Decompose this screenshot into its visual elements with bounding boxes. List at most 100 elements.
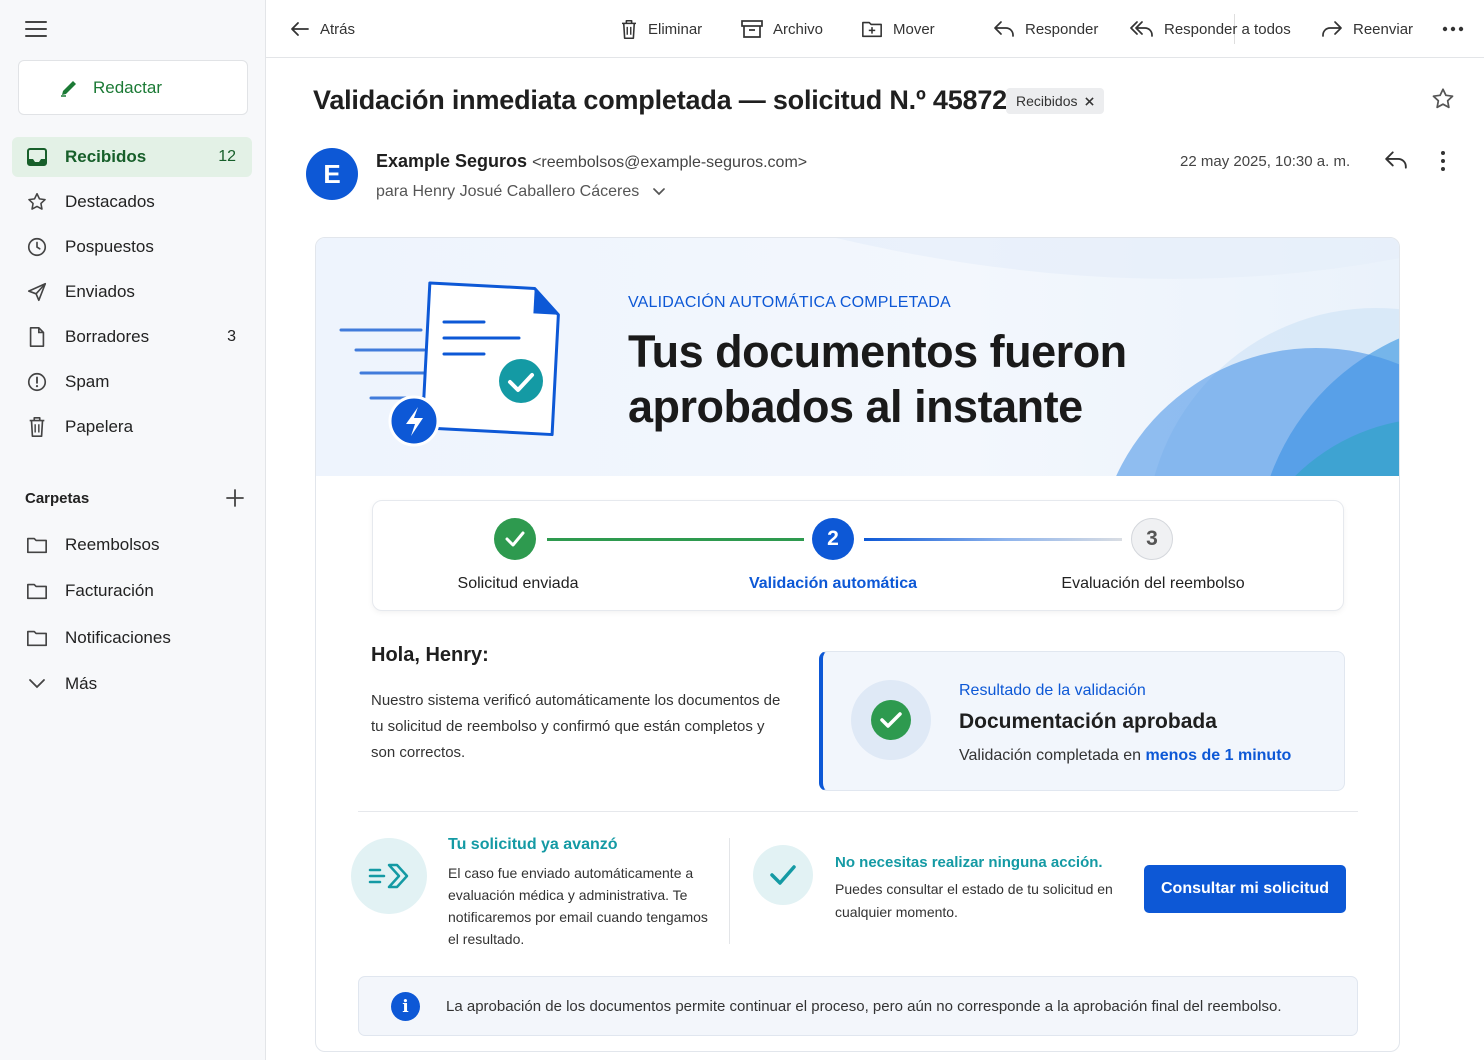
document-approved-illustration [339, 281, 560, 447]
step-1-label: Solicitud enviada [457, 575, 579, 592]
sidebar-item-label: Spam [65, 372, 110, 391]
folder-label: Notificaciones [65, 628, 171, 647]
sidebar-item-starred[interactable]: Destacados [12, 182, 252, 222]
greeting: Hola, Henry: [371, 644, 489, 666]
feature-2-title: No necesitas realizar ninguna acción. [835, 854, 1103, 871]
trash-icon [25, 415, 49, 439]
sidebar-item-label: Enviados [65, 282, 135, 301]
move-to-folder-icon [862, 21, 882, 38]
sidebar-item-drafts[interactable]: Borradores 3 [12, 317, 252, 357]
folder-label: Facturación [65, 581, 154, 600]
message-toolbar: Atrás Eliminar Archivo Mover Responder R… [266, 0, 1484, 58]
reply-icon[interactable] [1384, 150, 1408, 175]
more-options-icon[interactable] [1442, 0, 1474, 58]
back-button[interactable]: Atrás [290, 0, 355, 58]
delete-button[interactable]: Eliminar [620, 0, 702, 58]
compose-button[interactable]: Redactar [18, 60, 248, 115]
sidebar: Redactar Recibidos 12 Destacados Pospues… [0, 0, 266, 1060]
clock-icon [25, 235, 49, 259]
email-card: VALIDACIÓN AUTOMÁTICA COMPLETADA Tus doc… [315, 237, 1400, 1052]
reply-all-button[interactable]: Responder a todos [1130, 0, 1291, 58]
chevron-down-icon[interactable] [653, 188, 666, 196]
step-2-label: Validación automática [748, 575, 918, 592]
progress-stepper: Solicitud enviada 2 Validación automátic… [372, 500, 1344, 611]
add-folder-icon[interactable] [225, 488, 245, 508]
sender-avatar: E [306, 148, 358, 200]
body-paragraph: Nuestro sistema verificó automáticamente… [371, 692, 781, 761]
sidebar-item-label: Destacados [65, 192, 155, 211]
sidebar-item-snoozed[interactable]: Pospuestos [12, 227, 252, 267]
info-icon: i [391, 992, 420, 1021]
info-text: La aprobación de los documentos permite … [446, 998, 1282, 1015]
checkmark-icon [753, 845, 813, 905]
forward-icon [1322, 21, 1342, 37]
hero-title: Tus documentos fueron aprobados al insta… [628, 326, 1127, 432]
check-circle-icon [871, 700, 911, 740]
reply-icon [994, 21, 1014, 37]
reply-button[interactable]: Responder [993, 0, 1098, 58]
sidebar-folder-reembolsos[interactable]: Reembolsos [12, 525, 252, 565]
step-3-label: Evaluación del reembolso [1061, 575, 1245, 592]
sidebar-item-label: Pospuestos [65, 237, 154, 256]
forward-button[interactable]: Reenviar [1321, 0, 1413, 58]
validation-result-card: Resultado de la validación Documentación… [819, 651, 1345, 791]
send-icon [25, 280, 49, 304]
move-button[interactable]: Mover [861, 0, 935, 58]
hero-banner: VALIDACIÓN AUTOMÁTICA COMPLETADA Tus doc… [316, 238, 1399, 476]
sidebar-item-label: Recibidos [65, 147, 147, 166]
chevron-down-icon [25, 672, 49, 696]
sidebar-more[interactable]: Más [12, 664, 252, 704]
sidebar-folder-facturacion[interactable]: Facturación [12, 571, 252, 611]
feature-1-title: Tu solicitud ya avanzó [448, 836, 618, 853]
sidebar-folder-notificaciones[interactable]: Notificaciones [12, 618, 252, 658]
folder-icon [25, 579, 49, 603]
inbox-icon [25, 145, 49, 169]
archive-button[interactable]: Archivo [741, 0, 823, 58]
sender-name: Example Seguros [376, 151, 528, 171]
step-3-number: 3 [1131, 518, 1173, 560]
archive-icon [741, 20, 763, 38]
compose-label: Redactar [93, 77, 162, 97]
fast-forward-icon [351, 838, 427, 914]
feature-2-text: Puedes consultar el estado de tu solicit… [835, 881, 1113, 920]
star-icon [25, 190, 49, 214]
spam-icon [25, 370, 49, 394]
more-label: Más [65, 674, 98, 693]
result-highlight: menos de 1 minuto [1145, 747, 1292, 764]
draft-icon [25, 325, 49, 349]
folders-heading: Carpetas [25, 488, 245, 508]
menu-icon[interactable] [25, 20, 47, 38]
step-connector-pending [864, 538, 1122, 541]
recipient-line[interactable]: para Henry Josué Caballero Cáceres [376, 183, 666, 201]
sidebar-item-label: Papelera [65, 417, 134, 436]
sidebar-item-sent[interactable]: Enviados [12, 272, 252, 312]
feature-divider [729, 838, 730, 944]
section-divider [358, 811, 1358, 812]
message-date: 22 may 2025, 10:30 a. m. [1180, 153, 1351, 170]
folder-label: Reembolsos [65, 535, 160, 554]
unread-count: 12 [218, 148, 236, 165]
folder-icon [25, 533, 49, 557]
recipient-name: Henry Josué Caballero Cáceres [412, 183, 640, 200]
result-kicker: Resultado de la validación [959, 682, 1146, 699]
message-more-icon[interactable] [1436, 150, 1450, 177]
folder-icon [25, 626, 49, 650]
label-chip: Recibidos [1006, 88, 1105, 114]
feature-1-text: El caso fue enviado automáticamente a ev… [448, 865, 708, 947]
info-notice: i La aprobación de los documentos permit… [358, 976, 1358, 1036]
star-message-icon[interactable] [1430, 86, 1456, 117]
step-1-check-icon [494, 518, 536, 560]
trash-icon [622, 19, 636, 39]
sender-email: <reembolsos@example-seguros.com> [532, 154, 808, 171]
reply-all-icon [1130, 21, 1153, 37]
step-2-number: 2 [812, 518, 854, 560]
pencil-icon [61, 80, 76, 97]
sidebar-item-inbox[interactable]: Recibidos 12 [12, 137, 252, 177]
drafts-count: 3 [227, 328, 236, 345]
message-subject: Validación inmediata completada — solici… [313, 85, 1007, 115]
view-request-button[interactable]: Consultar mi solicitud [1144, 865, 1346, 913]
step-connector-done [547, 538, 804, 541]
sidebar-item-spam[interactable]: Spam [12, 362, 252, 402]
sidebar-item-trash[interactable]: Papelera [12, 407, 252, 447]
remove-label-icon[interactable] [1085, 96, 1095, 106]
